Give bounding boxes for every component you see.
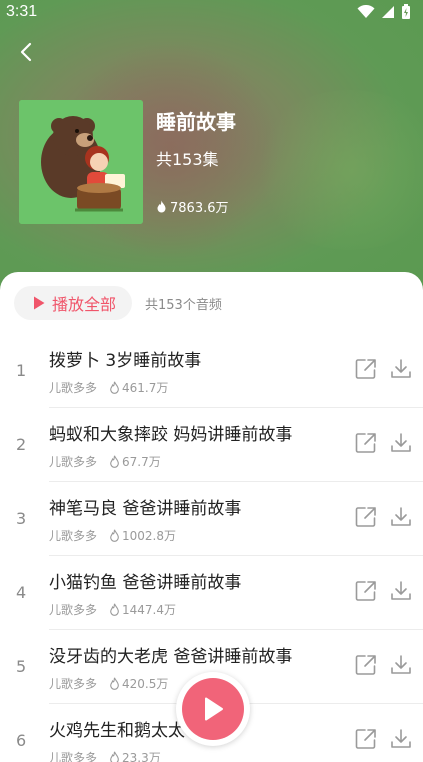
share-button[interactable] [354, 357, 378, 381]
track-title[interactable]: 火鸡先生和鹅太太 [49, 716, 185, 741]
track-title[interactable]: 没牙齿的大老虎 爸爸讲睡前故事 [49, 642, 292, 667]
status-icons [357, 4, 411, 20]
track-meta: 儿歌多多 461.7万 [49, 379, 168, 396]
album-plays-value: 7863.6万 [170, 201, 229, 216]
flame-icon [110, 455, 119, 468]
download-icon [391, 507, 411, 526]
wifi-icon [357, 5, 375, 18]
play-icon [205, 697, 223, 721]
track-author: 儿歌多多 [49, 455, 98, 469]
download-button[interactable] [389, 431, 413, 455]
flame-icon [110, 751, 119, 762]
track-plays-value: 1002.8万 [122, 529, 177, 543]
back-button[interactable] [14, 38, 42, 66]
track-index: 3 [16, 509, 27, 528]
track-index: 2 [16, 435, 27, 454]
download-icon [391, 433, 411, 452]
track-index: 4 [16, 583, 27, 602]
cover-illustration [19, 100, 143, 224]
share-button[interactable] [354, 431, 378, 455]
share-button[interactable] [354, 653, 378, 677]
track-author: 儿歌多多 [49, 381, 98, 395]
flame-icon [157, 200, 166, 213]
track-plays-value: 67.7万 [122, 455, 161, 469]
track-total: 共153个音频 [145, 298, 222, 313]
status-time: 3:31 [6, 3, 38, 20]
share-icon [355, 729, 376, 749]
track-plays-value: 420.5万 [122, 677, 169, 691]
track-row[interactable]: 4 小猫钓鱼 爸爸讲睡前故事 儿歌多多 1447.4万 [0, 556, 423, 630]
track-plays: 67.7万 [109, 453, 161, 470]
download-icon [391, 655, 411, 674]
share-icon [355, 359, 376, 379]
track-title[interactable]: 蚂蚁和大象摔跤 妈妈讲睡前故事 [49, 420, 292, 445]
download-button[interactable] [389, 653, 413, 677]
status-bar: 3:31 [0, 0, 423, 26]
track-plays: 23.3万 [109, 749, 161, 762]
album-cover [19, 100, 143, 224]
track-index: 1 [16, 361, 27, 380]
header-blur [250, 90, 423, 250]
track-index: 5 [16, 657, 27, 676]
download-icon [391, 729, 411, 748]
track-meta: 儿歌多多 420.5万 [49, 675, 168, 692]
album-play-count: 7863.6万 [156, 197, 229, 216]
track-author: 儿歌多多 [49, 529, 98, 543]
track-plays: 1002.8万 [109, 527, 176, 544]
download-button[interactable] [389, 505, 413, 529]
share-icon [355, 581, 376, 601]
track-plays-value: 23.3万 [122, 751, 161, 762]
track-plays: 461.7万 [109, 379, 168, 396]
flame-icon [110, 529, 119, 542]
share-icon [355, 507, 376, 527]
track-meta: 儿歌多多 67.7万 [49, 453, 161, 470]
chevron-left-icon [20, 42, 32, 62]
track-plays: 420.5万 [109, 675, 168, 692]
track-meta: 儿歌多多 1002.8万 [49, 527, 176, 544]
download-icon [391, 359, 411, 378]
battery-icon [402, 4, 410, 19]
track-author: 儿歌多多 [49, 751, 98, 762]
track-row[interactable]: 1 拨萝卜 3岁睡前故事 儿歌多多 461.7万 [0, 334, 423, 408]
download-button[interactable] [389, 579, 413, 603]
flame-icon [110, 381, 119, 394]
track-plays: 1447.4万 [109, 601, 176, 618]
flame-icon [110, 677, 119, 690]
track-plays-value: 461.7万 [122, 381, 169, 395]
track-title[interactable]: 神笔马良 爸爸讲睡前故事 [49, 494, 241, 519]
track-author: 儿歌多多 [49, 677, 98, 691]
share-icon [355, 433, 376, 453]
track-title[interactable]: 小猫钓鱼 爸爸讲睡前故事 [49, 568, 241, 593]
track-meta: 儿歌多多 23.3万 [49, 749, 161, 762]
floating-play-button[interactable] [182, 678, 244, 740]
flame-icon [110, 603, 119, 616]
signal-icon [382, 6, 394, 18]
track-row[interactable]: 3 神笔马良 爸爸讲睡前故事 儿歌多多 1002.8万 [0, 482, 423, 556]
share-icon [355, 655, 376, 675]
track-row[interactable]: 2 蚂蚁和大象摔跤 妈妈讲睡前故事 儿歌多多 67.7万 [0, 408, 423, 482]
track-plays-value: 1447.4万 [122, 603, 177, 617]
episode-count: 共153集 [156, 150, 219, 169]
play-triangle-icon [34, 296, 45, 310]
download-icon [391, 581, 411, 600]
share-button[interactable] [354, 579, 378, 603]
track-index: 6 [16, 731, 27, 750]
play-all-label: 播放全部 [52, 295, 117, 314]
download-button[interactable] [389, 357, 413, 381]
download-button[interactable] [389, 727, 413, 751]
album-title: 睡前故事 [156, 110, 236, 134]
play-all-button[interactable]: 播放全部 [14, 286, 132, 320]
share-button[interactable] [354, 505, 378, 529]
share-button[interactable] [354, 727, 378, 751]
track-title[interactable]: 拨萝卜 3岁睡前故事 [49, 346, 201, 371]
track-author: 儿歌多多 [49, 603, 98, 617]
track-meta: 儿歌多多 1447.4万 [49, 601, 176, 618]
